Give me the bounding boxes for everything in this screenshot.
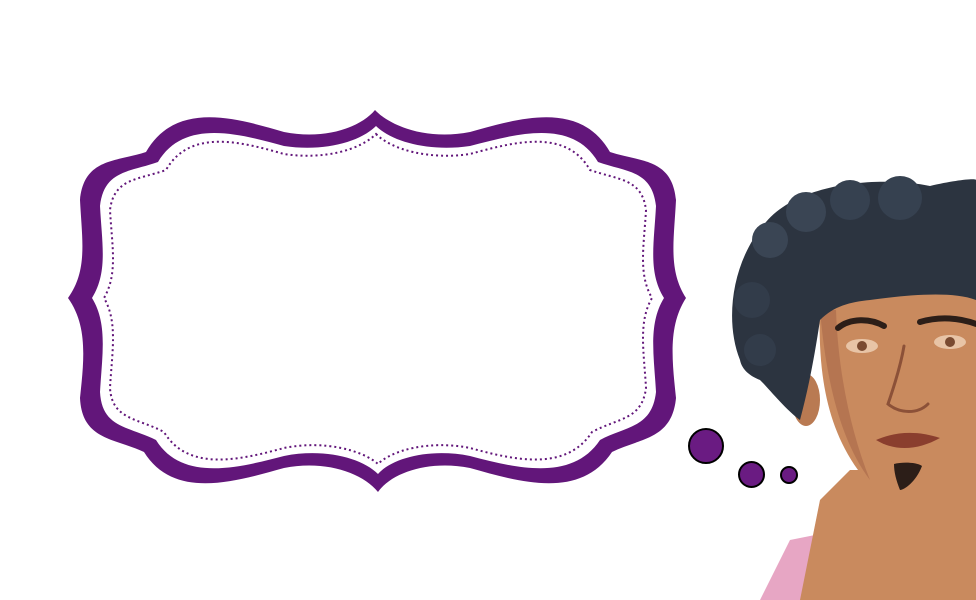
canvas [0,0,976,600]
thought-bubble-large [688,428,724,464]
thought-bubble-small [780,466,798,484]
hair-curl [734,282,770,318]
hair-curl [752,222,788,258]
hair-curl [786,192,826,232]
left-iris [857,341,867,351]
man-portrait-icon [732,176,976,600]
hair-curl [830,180,870,220]
thought-bubble-medium [738,461,765,488]
hair-curl [878,176,922,220]
right-iris [945,337,955,347]
hair-curl [744,334,776,366]
